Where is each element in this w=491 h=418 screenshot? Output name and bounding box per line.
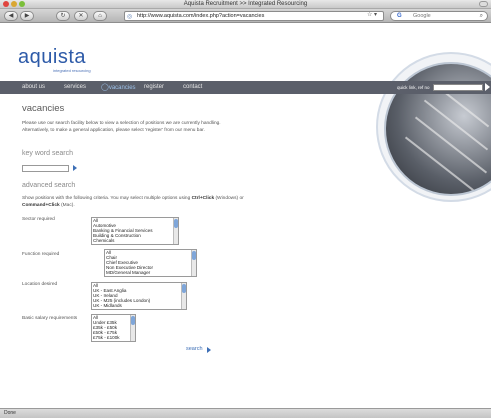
function-scrollbar[interactable] [191,250,196,276]
search-link[interactable]: search [186,346,203,352]
toolbar-toggle-button[interactable] [479,1,488,7]
site-favicon-icon: ◎ [127,14,133,20]
command-click-hint: Command+Click [22,203,60,209]
nav-contact[interactable]: contact [183,81,202,94]
location-scroll-thumb[interactable] [182,284,186,293]
location-label: Location desired [22,282,58,287]
web-page: aquista integrated resourcing about us s… [0,24,491,408]
salary-select[interactable]: All Under £35k £35k - £50k £50k - £75k £… [91,314,136,342]
browser-search-field[interactable]: G Google ⌕ [390,11,488,21]
function-option[interactable]: MD/General Manager [105,270,196,275]
instructions-part: (Mac). [59,203,75,209]
reload-button[interactable]: ↻ [56,11,70,21]
window-titlebar: Aquista Recruitment >> Integrated Resour… [0,0,491,9]
back-arrow-icon: ◀ [8,13,14,19]
back-button[interactable]: ◀ [4,11,18,21]
bookmark-star-icon[interactable]: ☆ ▾ [367,11,377,18]
instructions-part: Show positions with the following criter… [22,196,192,201]
escalator-rail [414,116,488,174]
nav-vacancies-label: vacancies [108,85,136,91]
salary-label: Basic salary requirements [22,316,78,321]
window-title: Aquista Recruitment >> Integrated Resour… [183,1,308,7]
quick-link-input[interactable] [433,84,483,91]
browser-toolbar: ◀ ▶ ↻ ✕ ⌂ ◎ http://www.aquista.com/index… [0,9,491,23]
search-arrow-icon[interactable] [207,347,211,353]
instructions-part: (Windows) or [214,196,244,201]
sector-scrollbar[interactable] [173,218,178,244]
site-nav-bar: about us services ◯vacancies register co… [0,81,491,94]
address-url: http://www.aquista.com/index.php?action=… [137,13,265,19]
nav-services[interactable]: services [64,81,86,94]
salary-scroll-thumb[interactable] [131,316,135,325]
sector-label: Sector required [22,217,55,222]
location-scrollbar[interactable] [181,283,186,309]
function-label: Function required [22,252,60,257]
nav-active-marker-icon: ◯ [101,84,109,91]
advanced-search-heading: advanced search [22,182,76,189]
reload-icon: ↻ [60,13,66,19]
forward-button[interactable]: ▶ [20,11,34,21]
keyword-search-heading: key word search [22,150,73,157]
status-text: Done [4,410,16,416]
google-icon: G [397,13,402,19]
location-select[interactable]: All UK - East Anglia UK - Ireland UK - M… [91,282,187,310]
advanced-search-instructions: Show positions with the following criter… [22,195,244,209]
keyword-search-input[interactable] [22,165,69,172]
site-logo[interactable]: aquista [18,46,86,69]
page-title: vacancies [22,103,65,114]
salary-scrollbar[interactable] [130,315,135,341]
search-engine-label: Google [413,13,431,19]
quick-link-go-icon[interactable] [485,83,490,91]
salary-option[interactable]: £75k - £100k [92,335,135,340]
nav-vacancies[interactable]: ◯vacancies [101,81,136,95]
address-bar[interactable]: ◎ http://www.aquista.com/index.php?actio… [124,11,384,21]
home-icon: ⌂ [98,13,102,19]
location-option[interactable]: UK - Midlands [92,303,186,308]
magnifier-icon: ⌕ [479,13,483,19]
keyword-search-go-icon[interactable] [73,165,77,171]
function-scroll-thumb[interactable] [192,251,196,260]
escalator-rail [404,136,478,194]
browser-status-bar: Done [0,408,491,418]
nav-register[interactable]: register [144,81,164,94]
escalator-rail [423,99,489,151]
sector-option[interactable]: Chemicals [92,238,178,243]
stop-icon: ✕ [78,13,84,19]
sector-scroll-thumb[interactable] [174,219,178,228]
site-tagline: integrated resourcing [53,68,91,73]
forward-arrow-icon: ▶ [24,13,30,19]
intro-text: Please use our search facility below to … [22,121,221,134]
function-select[interactable]: All Chair Chief Executive Non Executive … [104,249,197,277]
nav-about-us[interactable]: about us [22,81,45,94]
sector-select[interactable]: All Automotive Banking & Financial Servi… [91,217,179,245]
ctrl-click-hint: Ctrl+Click [191,196,215,201]
quick-link-label: quick link, ref no [397,85,430,90]
home-button[interactable]: ⌂ [93,11,107,21]
stop-button[interactable]: ✕ [74,11,88,21]
